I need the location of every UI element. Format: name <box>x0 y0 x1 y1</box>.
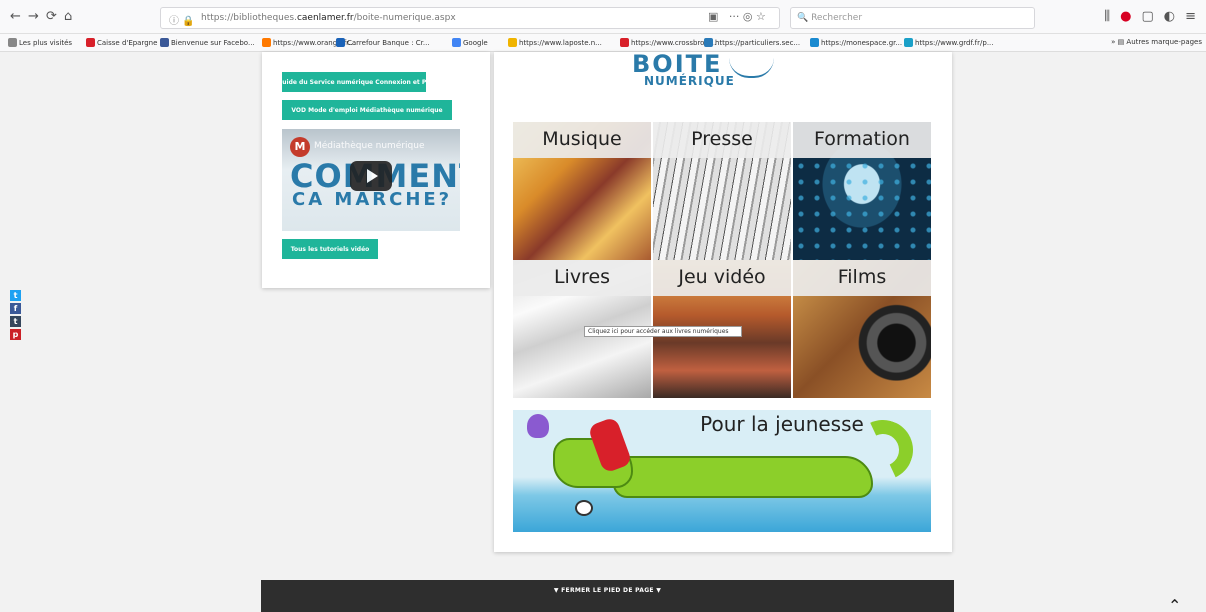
bookmark-item[interactable]: Caisse d'Epargne <box>86 38 157 47</box>
vod-button[interactable]: VOD Mode d'emploi Médiathèque numérique <box>282 100 452 120</box>
back-icon[interactable]: ← <box>10 9 21 24</box>
crocodile-eye <box>575 500 593 516</box>
bookmark-favicon-icon <box>262 38 271 47</box>
bookmark-favicon-icon <box>620 38 629 47</box>
forward-icon[interactable]: → <box>28 9 39 24</box>
tile-musique[interactable]: Musique <box>513 122 651 260</box>
tile-formation[interactable]: Formation <box>793 122 931 260</box>
url-path: /boite-numerique.aspx <box>353 13 456 23</box>
facebook-icon[interactable]: f <box>10 303 21 314</box>
formation-pattern <box>793 158 931 260</box>
bookmark-label: Bienvenue sur Facebo... <box>171 38 255 47</box>
bookmark-item[interactable]: https://monespace.gr... <box>810 38 902 47</box>
search-input[interactable]: 🔍 Rechercher <box>790 7 1035 29</box>
search-placeholder: Rechercher <box>811 13 863 23</box>
tumblr-icon[interactable]: t <box>10 316 21 327</box>
bookmark-label: https://particuliers.sec... <box>715 38 801 47</box>
tile-jeunesse[interactable]: Pour la jeunesse <box>513 410 931 532</box>
scroll-to-top-icon[interactable]: ⌃ <box>1168 596 1181 612</box>
bookmark-favicon-icon <box>704 38 713 47</box>
play-icon[interactable] <box>350 161 392 191</box>
bookmark-item[interactable]: Carrefour Banque : Cr... <box>336 38 430 47</box>
all-tutorials-button[interactable]: Tous les tutoriels vidéo <box>282 239 378 259</box>
tile-label: Presse <box>653 122 791 158</box>
bookmarks-more[interactable]: » ▤ Autres marque-pages <box>1111 38 1202 46</box>
bookmark-favicon-icon <box>160 38 169 47</box>
bookmarks-bar: » ▤ Autres marque-pages Les plus visités… <box>0 34 1206 52</box>
tile-presse[interactable]: Presse <box>653 122 791 260</box>
extension-icon[interactable]: ● <box>1120 9 1131 24</box>
bookmark-favicon-icon <box>336 38 345 47</box>
bookmark-item[interactable]: https://www.grdf.fr/p... <box>904 38 994 47</box>
video-player[interactable]: M Médiathèque numérique COMMENT CA MARCH… <box>282 129 460 231</box>
reload-icon[interactable]: ⟳ <box>46 9 57 24</box>
bookmarks-more-label: Autres marque-pages <box>1126 38 1202 46</box>
tile-label: Pour la jeunesse <box>700 412 864 436</box>
logo-subtitle: NUMÉRIQUE <box>644 74 735 88</box>
bookmark-favicon-icon <box>86 38 95 47</box>
bookmark-favicon-icon <box>810 38 819 47</box>
tile-label: Films <box>793 260 931 296</box>
boite-numerique-panel: BOITE NUMÉRIQUE Musique Presse Formation… <box>494 50 952 552</box>
toolbar-icons: ⫼ ● ▢ ◐ ≡ <box>1104 9 1196 24</box>
bookmark-item[interactable]: https://particuliers.sec... <box>704 38 800 47</box>
bookmark-item[interactable]: https://www.laposte.n... <box>508 38 602 47</box>
home-icon[interactable]: ⌂ <box>64 9 72 24</box>
video-subheadline: CA MARCHE? <box>292 189 453 210</box>
sidebar-icon[interactable]: ▢ <box>1141 9 1153 24</box>
bookmark-favicon-icon <box>8 38 17 47</box>
footer-toggle-button[interactable]: ▼ FERMER LE PIED DE PAGE ▼ <box>261 580 954 612</box>
channel-icon: M <box>290 137 310 157</box>
bookmark-favicon-icon <box>452 38 461 47</box>
bookmark-label: https://www.laposte.n... <box>519 38 602 47</box>
tile-label: Musique <box>513 122 651 158</box>
account-icon[interactable]: ◐ <box>1164 9 1175 24</box>
page-actions-icon[interactable]: ▣ ··· ◎ ☆ <box>708 10 766 23</box>
lock-icon: ⓘ 🔒 <box>169 16 195 27</box>
tile-label: Jeu vidéo <box>653 260 791 296</box>
tile-films[interactable]: Films <box>793 260 931 398</box>
bookmark-item[interactable]: https://www.crossbrow... <box>620 38 716 47</box>
tooltip: Cliquez ici pour accéder aux livres numé… <box>584 326 742 337</box>
bookmark-label: Caisse d'Epargne <box>97 38 158 47</box>
bookmark-item[interactable]: Les plus visités <box>8 38 72 47</box>
bookmark-item[interactable]: Bienvenue sur Facebo... <box>160 38 255 47</box>
tile-label: Livres <box>513 260 651 296</box>
bookmark-label: Carrefour Banque : Cr... <box>347 38 430 47</box>
library-icon[interactable]: ⫼ <box>1104 9 1110 24</box>
pinterest-icon[interactable]: p <box>10 329 21 340</box>
video-title: Médiathèque numérique <box>314 141 425 151</box>
url-prefix: https://bibliotheques. <box>201 13 297 23</box>
browser-toolbar: ← → ⟳ ⌂ ⓘ 🔒 https://bibliotheques.caenla… <box>0 0 1206 34</box>
logo-swoosh <box>729 58 774 78</box>
url-host: caenlamer.fr <box>296 13 354 23</box>
tile-label: Formation <box>793 122 931 158</box>
bookmark-label: https://monespace.gr... <box>821 38 903 47</box>
tutorials-panel: Guide du Service numérique Connexion et … <box>262 52 490 288</box>
bookmark-item[interactable]: Google <box>452 38 488 47</box>
twitter-icon[interactable]: t <box>10 290 21 301</box>
bookmark-favicon-icon <box>904 38 913 47</box>
crocodile-body <box>613 456 873 498</box>
menu-icon[interactable]: ≡ <box>1185 9 1196 24</box>
url-bar[interactable]: ⓘ 🔒 https://bibliotheques.caenlamer.fr/b… <box>160 7 780 29</box>
bookmark-favicon-icon <box>508 38 517 47</box>
bookmark-label: Les plus visités <box>19 38 73 47</box>
guide-button[interactable]: Guide du Service numérique Connexion et … <box>277 72 431 92</box>
bookmark-label: https://www.grdf.fr/p... <box>915 38 994 47</box>
bookmark-label: Google <box>463 38 488 47</box>
